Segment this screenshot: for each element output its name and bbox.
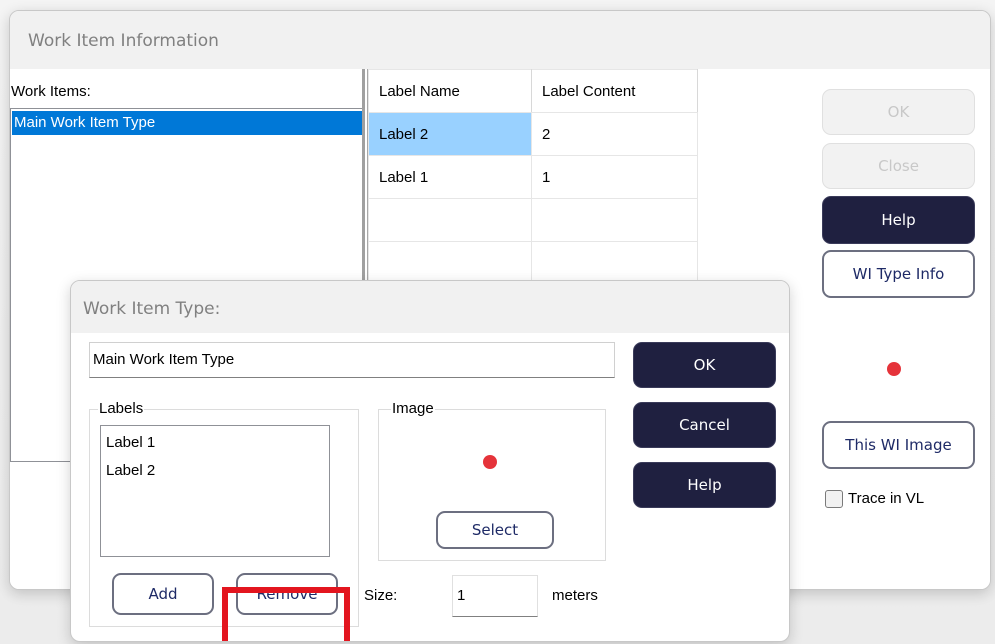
ok-button[interactable]: OK: [633, 342, 776, 388]
table-row-empty[interactable]: [368, 241, 698, 285]
table-row[interactable]: Label 2 2: [368, 112, 698, 156]
ok-button[interactable]: OK: [822, 89, 975, 135]
column-header-label-name[interactable]: Label Name: [368, 69, 532, 113]
remove-button-highlight: [222, 587, 350, 641]
work-item-image-dot-icon: [887, 362, 901, 376]
labels-group-title: Labels: [98, 400, 145, 418]
dialog-title: Work Item Type:: [71, 281, 789, 333]
label-name-cell[interactable]: Label 2: [368, 112, 532, 156]
labels-listbox[interactable]: Label 1 Label 2: [100, 425, 330, 557]
empty-cell[interactable]: [368, 241, 532, 285]
work-item-type-name-input[interactable]: Main Work Item Type: [89, 342, 615, 378]
table-row[interactable]: Label 1 1: [368, 155, 698, 199]
close-button[interactable]: Close: [822, 143, 975, 189]
trace-in-vl-label: Trace in VL: [848, 490, 925, 507]
table-row-empty[interactable]: [368, 198, 698, 242]
label-content-cell[interactable]: 2: [531, 112, 698, 156]
image-preview-dot-icon: [483, 455, 497, 469]
list-item[interactable]: Label 2: [106, 457, 324, 485]
add-label-button[interactable]: Add: [112, 573, 214, 615]
dialog-title: Work Item Information: [10, 11, 990, 69]
size-label: Size:: [364, 587, 398, 604]
this-wi-image-button[interactable]: This WI Image: [822, 421, 975, 469]
table-header-row: Label Name Label Content: [368, 69, 698, 113]
image-group: Image Select: [378, 400, 606, 561]
size-input[interactable]: 1: [452, 575, 538, 617]
work-item-row[interactable]: Main Work Item Type: [12, 111, 362, 135]
empty-cell[interactable]: [531, 198, 698, 242]
column-header-label-content[interactable]: Label Content: [531, 69, 698, 113]
help-button[interactable]: Help: [633, 462, 776, 508]
image-group-title: Image: [391, 400, 435, 418]
empty-cell[interactable]: [368, 198, 532, 242]
label-content-cell[interactable]: 1: [531, 155, 698, 199]
empty-cell[interactable]: [531, 241, 698, 285]
wi-type-info-button[interactable]: WI Type Info: [822, 250, 975, 298]
size-unit-label: meters: [552, 587, 598, 604]
cancel-button[interactable]: Cancel: [633, 402, 776, 448]
trace-in-vl-checkbox[interactable]: [825, 490, 843, 508]
work-items-label: Work Items:: [11, 83, 91, 100]
list-item[interactable]: Label 1: [106, 429, 324, 457]
label-name-cell[interactable]: Label 1: [368, 155, 532, 199]
work-item-type-dialog: Work Item Type: Main Work Item Type Labe…: [70, 280, 790, 642]
help-button[interactable]: Help: [822, 196, 975, 244]
select-image-button[interactable]: Select: [436, 511, 554, 549]
